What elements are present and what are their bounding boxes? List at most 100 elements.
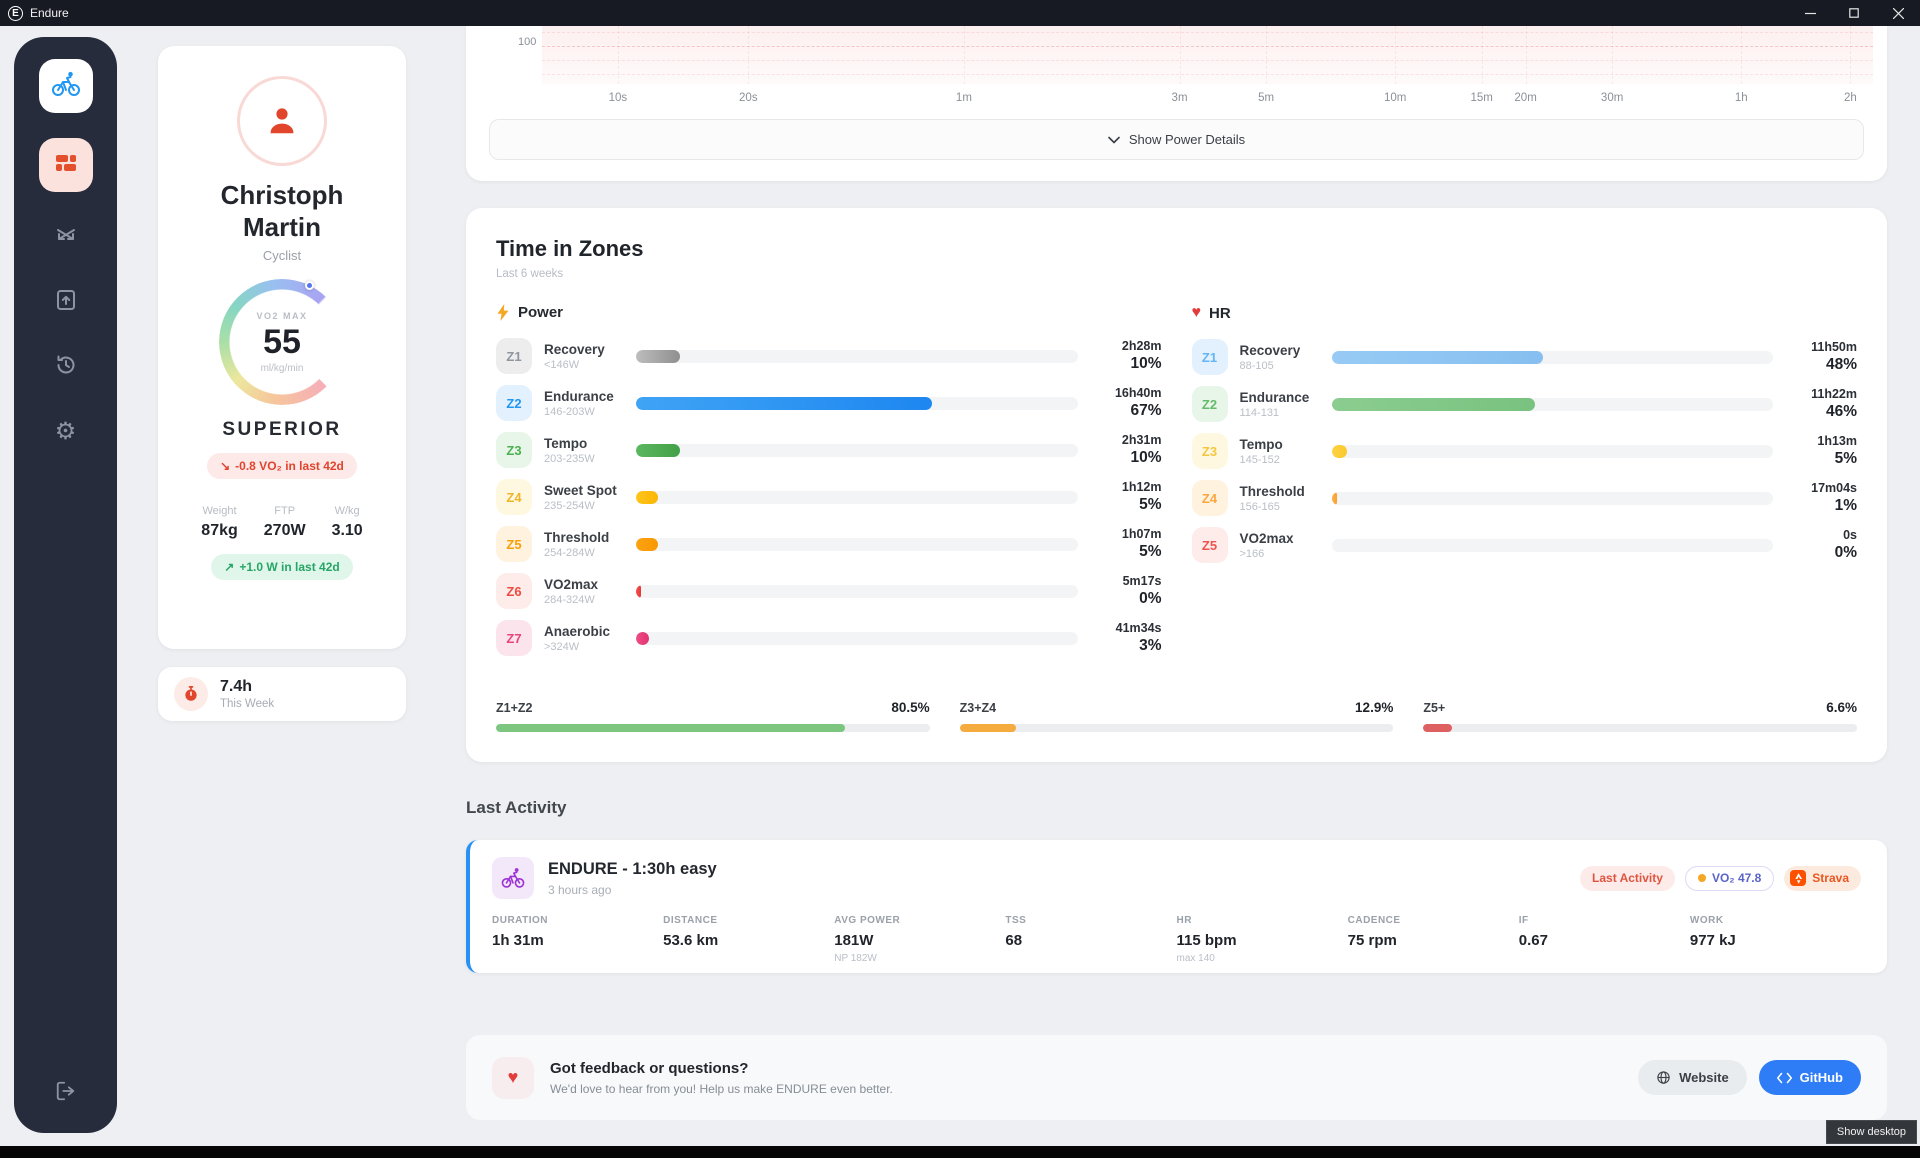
x-axis: 10s 20s 1m 3m 5m 10m 15m 20m 30m 1h 2h [542, 92, 1873, 108]
week-hours: 7.4h [220, 678, 253, 695]
activity-stat-label: WORK [1689, 915, 1724, 926]
arrow-up-right-icon: ↗ [224, 560, 235, 575]
zone-bar-fill [636, 490, 659, 504]
summary-bar-track [959, 724, 1394, 732]
stat-label: Weight [202, 505, 237, 518]
maximize-button[interactable] [1832, 0, 1876, 26]
x-axis-tick: 1h [1734, 92, 1748, 104]
zone-bar-fill [1331, 444, 1347, 458]
feedback-title: Got feedback or questions? [550, 1059, 749, 1077]
close-button[interactable] [1876, 0, 1920, 26]
sidebar-item-home[interactable] [38, 59, 93, 113]
zone-range: 88-105 [1239, 359, 1274, 372]
zone-bar-track [636, 537, 1078, 551]
website-button[interactable]: Website [1638, 1060, 1747, 1095]
zone-range: 203-235W [544, 452, 595, 465]
zone-row: Z1 Recovery 88-105 11h50m 48% [1191, 338, 1857, 376]
sidebar-item-dashboard[interactable] [38, 138, 93, 192]
profile-card: Christoph Martin Cyclist VO2 MAX 55 ml/k… [158, 46, 406, 649]
sidebar-item-compare[interactable] [46, 217, 86, 257]
zone-range: 284-324W [544, 593, 595, 606]
zone-badge: Z3 [1191, 433, 1228, 469]
x-axis-tick: 3m [1171, 92, 1188, 104]
summary-item: Z3+Z4 12.9% [959, 700, 1394, 732]
hr-zones-column: ♥ HR Z1 Recovery 88-105 11h50m 48% Z2 En… [1191, 304, 1857, 666]
dashboard-icon [54, 151, 78, 180]
zone-badge: Z6 [496, 573, 532, 609]
zone-bar-track [1331, 397, 1773, 411]
summary-bar-track [496, 724, 930, 732]
vo2max-value: 55 [263, 322, 301, 361]
zone-range: 146-203W [544, 405, 595, 418]
zone-badge: Z5 [1191, 527, 1228, 563]
summary-item: Z5+ 6.6% [1423, 700, 1857, 732]
feedback-card: ♥ Got feedback or questions? We'd love t… [466, 1035, 1887, 1120]
zone-time: 41m34s [1115, 621, 1162, 635]
sidebar-item-settings[interactable]: ⚙ [46, 412, 86, 452]
vo2max-label: VO2 MAX [256, 310, 308, 321]
x-axis-tick: 5m [1258, 92, 1275, 104]
x-axis-tick: 10s [608, 92, 628, 104]
summary-label: Z1+Z2 [496, 701, 533, 715]
stat-value: 270W [263, 522, 306, 540]
hr-heading: HR [1209, 304, 1231, 322]
taskbar-edge[interactable] [0, 1146, 1920, 1158]
power-curve-card: 100 10s 20s 1m 3m 5m 10m 15m 20m 30m 1h 2h Show Po… [466, 26, 1887, 181]
zone-name: Sweet Spot [544, 482, 617, 498]
strava-badge[interactable]: Strava [1784, 865, 1861, 891]
power-curve-plot [542, 26, 1873, 84]
orange-dot-icon [1697, 874, 1706, 882]
activity-stat: WORK 977 kJ [1690, 915, 1861, 964]
minimize-button[interactable] [1788, 0, 1832, 26]
zone-row: Z3 Tempo 145-152 1h13m 5% [1191, 432, 1857, 470]
history-icon [54, 353, 78, 382]
ftp-trend-text: +1.0 W in last 42d [239, 560, 340, 575]
compare-arrows-icon [54, 223, 78, 252]
sidebar-item-upload[interactable] [46, 282, 86, 322]
stat-weight: Weight 87kg [201, 505, 237, 540]
vo2-trend-text: -0.8 VO₂ in last 42d [235, 459, 344, 474]
zone-row: Z5 VO2max >166 0s 0% [1191, 526, 1857, 564]
sidebar: ⚙ [14, 37, 117, 1133]
zone-range: 114-131 [1239, 406, 1280, 419]
week-label: This Week [220, 698, 275, 710]
activity-bike-icon [492, 857, 534, 899]
summary-bar-fill [496, 724, 846, 732]
activity-stat-label: IF [1518, 915, 1529, 926]
summary-bar-fill [1423, 724, 1452, 732]
zone-time: 11h50m [1811, 340, 1857, 354]
zone-name: Recovery [1239, 342, 1301, 358]
activity-stat-label: TSS [1005, 915, 1027, 926]
globe-icon [1657, 1071, 1670, 1084]
ftp-trend-badge: ↗ +1.0 W in last 42d [211, 554, 353, 581]
vo2max-gauge: VO2 MAX 55 ml/kg/min [219, 279, 345, 406]
time-in-zones-card: Time in Zones Last 6 weeks Power Z1 Reco… [466, 208, 1887, 762]
show-desktop-tooltip: Show desktop [1825, 1120, 1917, 1144]
activity-stat-sub: max 140 [1176, 953, 1215, 964]
zone-badge: Z1 [1191, 339, 1228, 375]
vo2-trend-badge: ↘ -0.8 VO₂ in last 42d [207, 453, 357, 480]
sidebar-item-history[interactable] [46, 347, 86, 387]
zone-range: 156-165 [1239, 500, 1280, 513]
power-zones-column: Power Z1 Recovery <146W 2h28m 10% Z2 End… [496, 304, 1162, 666]
zone-name: VO2max [544, 576, 599, 592]
zone-row: Z4 Sweet Spot 235-254W 1h12m 5% [496, 478, 1162, 516]
activity-stat: DISTANCE 53.6 km [663, 915, 834, 964]
activity-stat-value: 181W [834, 932, 874, 949]
zone-name: Tempo [544, 435, 588, 451]
zone-range: >324W [544, 640, 580, 653]
last-activity-card: ENDURE - 1:30h easy 3 hours ago Last Act… [466, 840, 1887, 973]
show-power-details-button[interactable]: Show Power Details [489, 119, 1864, 160]
zone-bar-track [1331, 538, 1773, 552]
activity-stat-value: 68 [1005, 932, 1023, 949]
zone-bar-fill [636, 349, 681, 363]
summary-label: Z3+Z4 [959, 701, 997, 715]
stat-ftp: FTP 270W [264, 505, 306, 540]
zone-badge: Z2 [496, 385, 532, 421]
sidebar-item-logout[interactable] [46, 1073, 86, 1113]
zone-row: Z2 Endurance 146-203W 16h40m 67% [496, 384, 1162, 422]
last-activity-badge: Last Activity [1580, 865, 1675, 891]
github-button[interactable]: GitHub [1758, 1060, 1861, 1095]
vo2max-rating: SUPERIOR [222, 419, 342, 441]
zone-name: Tempo [1239, 436, 1283, 452]
